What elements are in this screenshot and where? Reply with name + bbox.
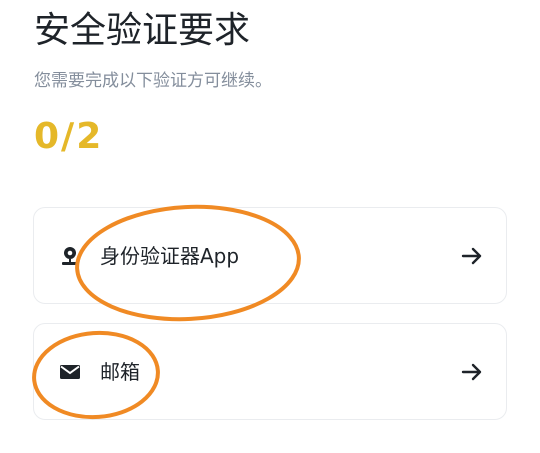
arrow-right-icon xyxy=(460,244,484,268)
email-label: 邮箱 xyxy=(100,359,140,384)
security-verification-page: 安全验证要求 您需要完成以下验证方可继续。 0/2 身份验证器App 邮箱 xyxy=(0,0,540,453)
arrow-right-icon xyxy=(460,360,484,384)
page-title: 安全验证要求 xyxy=(34,10,251,51)
email-option[interactable]: 邮箱 xyxy=(33,323,507,420)
page-subtitle: 您需要完成以下验证方可继续。 xyxy=(34,71,272,91)
verification-progress: 0/2 xyxy=(34,116,104,157)
mail-icon xyxy=(58,360,82,384)
authenticator-app-option[interactable]: 身份验证器App xyxy=(33,207,507,304)
authenticator-app-label: 身份验证器App xyxy=(100,243,240,268)
authenticator-icon xyxy=(58,244,82,268)
